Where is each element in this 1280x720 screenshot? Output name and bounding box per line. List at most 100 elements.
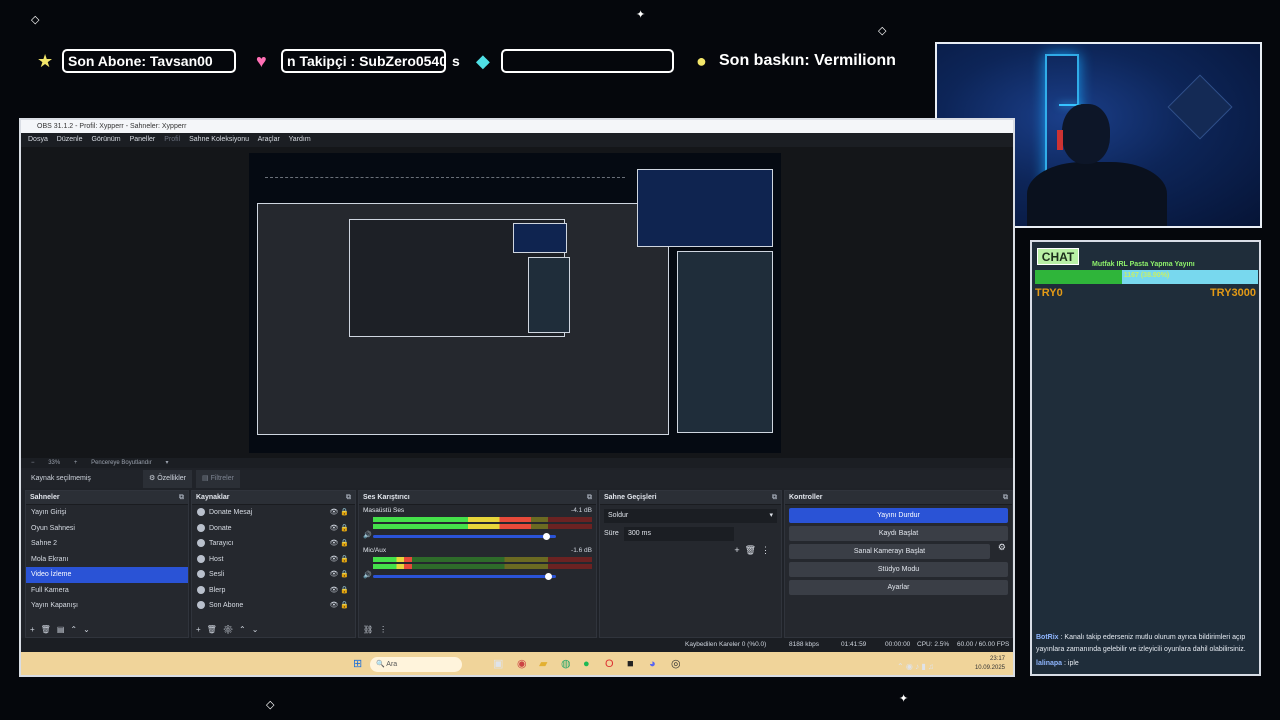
browser-source-icon xyxy=(197,508,205,517)
virtual-camera-label: Sanal Kamerayı Başlat xyxy=(853,548,926,555)
menu-profile[interactable]: Profil xyxy=(164,136,180,143)
duration-input[interactable]: 300 ms xyxy=(624,527,734,541)
filters-button[interactable]: ▤ Filtreler xyxy=(196,470,240,488)
scenes-footer-buttons[interactable]: +🗑▤⌃⌄ xyxy=(30,625,96,634)
scene-item[interactable]: Oyun Sahnesi xyxy=(26,521,188,537)
visibility-lock-icons[interactable]: 👁 🔒 xyxy=(329,567,349,583)
filters-label: Filtreler xyxy=(210,475,234,482)
preview-zoom-bar: − 33% + Pencereye Boyutlandır ▾ xyxy=(21,458,1013,468)
menu-help[interactable]: Yardım xyxy=(289,136,311,143)
tray-icons[interactable]: ⌃ ◉ ♪ ▮ ♫ xyxy=(897,660,934,673)
source-item[interactable]: Donate Mesaj 👁 🔒 xyxy=(192,505,355,521)
volume-knob[interactable] xyxy=(544,573,552,580)
goal-min-label: TRY0 xyxy=(1035,287,1063,299)
properties-button[interactable]: ⚙ Özellikler xyxy=(143,470,193,488)
source-item[interactable]: Host 👁 🔒 xyxy=(192,552,355,568)
sources-footer-buttons[interactable]: +🗑⚙⌃⌄ xyxy=(196,625,264,634)
source-item[interactable]: Son Abone 👁 🔒 xyxy=(192,598,355,614)
zoom-out-button[interactable]: − xyxy=(31,460,35,466)
start-virtual-camera-button[interactable]: Sanal Kamerayı Başlat xyxy=(789,544,990,559)
source-item[interactable]: Blerp 👁 🔒 xyxy=(192,583,355,599)
last-raid-label: Son baskın: Vermilionn xyxy=(719,52,896,69)
popout-icon[interactable]: ⧉ xyxy=(1003,491,1008,505)
menu-file[interactable]: Dosya xyxy=(28,136,48,143)
filter-icon: ▤ xyxy=(202,475,209,482)
settings-button[interactable]: Ayarlar xyxy=(789,580,1008,595)
scene-item-selected[interactable]: Video İzleme xyxy=(26,567,188,583)
source-item[interactable]: Tarayıcı 👁 🔒 xyxy=(192,536,355,552)
visibility-lock-icons[interactable]: 👁 🔒 xyxy=(329,552,349,568)
mixer-footer-buttons[interactable]: ⛓⋮ xyxy=(363,625,393,634)
menu-tools[interactable]: Araçlar xyxy=(258,136,280,143)
speaker-icon[interactable]: 🔊 xyxy=(363,531,372,539)
start-recording-button[interactable]: Kaydı Başlat xyxy=(789,526,1008,541)
menu-edit[interactable]: Düzenle xyxy=(57,136,83,143)
scene-item[interactable]: Yayın Girişi xyxy=(26,505,188,521)
visibility-lock-icons[interactable]: 👁 🔒 xyxy=(329,536,349,552)
spotify-icon[interactable]: ● xyxy=(583,658,590,671)
visibility-lock-icons[interactable]: 👁 🔒 xyxy=(329,521,349,537)
source-item[interactable]: Sesli 👁 🔒 xyxy=(192,567,355,583)
bitrate: 8188 kbps xyxy=(789,641,819,648)
level-fill xyxy=(373,557,413,562)
nested-chat xyxy=(677,251,773,433)
menu-view[interactable]: Görünüm xyxy=(91,136,120,143)
volume-slider[interactable] xyxy=(373,573,556,580)
channel-db: -4.1 dB xyxy=(571,507,592,514)
popout-icon[interactable]: ⧉ xyxy=(179,491,184,505)
speaker-icon[interactable]: 🔊 xyxy=(363,571,372,579)
opera-icon[interactable]: O xyxy=(605,658,614,671)
sparkle-icon: ◇ xyxy=(266,699,275,711)
chat-username: lalinapa xyxy=(1036,660,1063,667)
windows-start-icon[interactable]: ⊞ xyxy=(353,658,362,671)
discord-icon[interactable]: ◕ xyxy=(649,658,656,671)
chat-username: BotRix xyxy=(1036,634,1059,641)
edge-icon[interactable]: ◍ xyxy=(561,658,571,671)
scene-item[interactable]: Mola Ekranı xyxy=(26,552,188,568)
nested-webcam xyxy=(637,169,773,247)
terminal-icon[interactable]: ■ xyxy=(627,658,634,671)
stop-streaming-button[interactable]: Yayını Durdur xyxy=(789,508,1008,523)
volume-slider[interactable] xyxy=(373,533,556,540)
visibility-lock-icons[interactable]: 👁 🔒 xyxy=(329,598,349,614)
level-meter xyxy=(373,517,592,522)
goal-title: Mutfak IRL Pasta Yapma Yayını xyxy=(1092,261,1195,268)
scene-transitions-dock: Sahne Geçişleri ⧉ Soldur ▾ Süre 300 ms +🗑⋮ xyxy=(599,490,782,638)
visibility-lock-icons[interactable]: 👁 🔒 xyxy=(329,505,349,521)
stream-canvas: ◇ ✦ ◇ ✦ ◇ ★ Son Abone: Tavsan00 ♥ n Taki… xyxy=(0,0,1280,720)
obs-icon[interactable]: ◎ xyxy=(671,658,681,671)
scene-item[interactable]: Yayın Kapanışı xyxy=(26,598,188,614)
popout-icon[interactable]: ⧉ xyxy=(346,491,351,505)
task-view-icon[interactable]: ▣ xyxy=(493,658,503,671)
gear-icon[interactable]: ⚙ xyxy=(998,542,1006,553)
app-icon[interactable]: ◉ xyxy=(517,658,527,671)
folder-icon[interactable]: ▰ xyxy=(539,658,547,671)
volume-knob[interactable] xyxy=(542,533,550,540)
level-fill xyxy=(373,524,531,529)
transition-select[interactable]: Soldur ▾ xyxy=(604,509,777,523)
chat-text: iple xyxy=(1067,660,1079,667)
fit-window-label[interactable]: Pencereye Boyutlandır xyxy=(91,460,152,466)
channel-name: Masaüstü Ses xyxy=(363,507,405,514)
menu-scene-collection[interactable]: Sahne Koleksiyonu xyxy=(189,136,249,143)
zoom-level[interactable]: 33% xyxy=(48,460,60,466)
visibility-lock-icons[interactable]: 👁 🔒 xyxy=(329,583,349,599)
popout-icon[interactable]: ⧉ xyxy=(587,491,592,505)
scene-item[interactable]: Sahne 2 xyxy=(26,536,188,552)
source-item[interactable]: Donate 👁 🔒 xyxy=(192,521,355,537)
preview-area[interactable] xyxy=(21,147,1013,458)
studio-mode-button[interactable]: Stüdyo Modu xyxy=(789,562,1008,577)
mixer-title: Ses Karıştırıcı xyxy=(363,494,410,501)
sources-title: Kaynaklar xyxy=(196,494,230,501)
chevron-down-icon[interactable]: ▾ xyxy=(165,460,168,466)
zoom-in-button[interactable]: + xyxy=(74,460,78,466)
transition-buttons[interactable]: +🗑⋮ xyxy=(734,545,775,556)
menu-docks[interactable]: Paneller xyxy=(130,136,156,143)
source-label: Donate xyxy=(209,524,232,532)
last-follower-label: n Takipçi : SubZero0540 xyxy=(281,49,446,73)
scene-item[interactable]: Full Kamera xyxy=(26,583,188,599)
taskbar-search[interactable]: 🔍 Ara xyxy=(370,657,462,672)
popout-icon[interactable]: ⧉ xyxy=(772,491,777,505)
source-label: Sesli xyxy=(209,571,225,578)
gear-icon: ⚙ xyxy=(149,475,156,482)
